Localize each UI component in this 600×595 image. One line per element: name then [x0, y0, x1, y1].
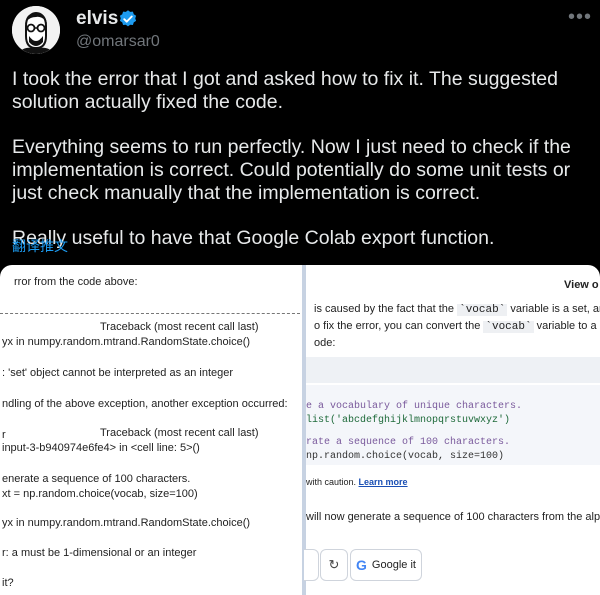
code-header [306, 357, 600, 383]
learn-more-link[interactable]: Learn more [359, 477, 408, 487]
error-line: yx in numpy.random.mtrand.RandomState.ch… [2, 336, 251, 348]
error-line: r [2, 429, 6, 441]
error-line: input-3-b940974e6fe4> in <cell line: 5>(… [2, 442, 200, 454]
more-options-icon[interactable]: ••• [568, 6, 592, 29]
error-line: : 'set' object cannot be interpreted as … [2, 367, 234, 379]
google-g-icon: G [356, 557, 367, 573]
divider [0, 313, 300, 314]
answer-line: ode: [314, 337, 336, 349]
avatar[interactable] [12, 6, 60, 54]
refresh-icon: ↻ [328, 557, 340, 572]
author-name[interactable]: elvis [76, 8, 118, 30]
error-output-panel: rror from the code above: Traceback (mos… [0, 265, 302, 595]
error-line: xt = np.random.choice(vocab, size=100) [2, 488, 198, 500]
tweet-text: I took the error that I got and asked ho… [12, 68, 592, 272]
caution-note: with caution. Learn more [306, 477, 408, 487]
code-line: e a vocabulary of unique characters. [306, 401, 523, 412]
code-line: rate a sequence of 100 characters. [306, 437, 511, 448]
tweet-paragraph: Everything seems to run perfectly. Now I… [12, 136, 571, 204]
google-it-button[interactable]: G Google it [350, 549, 422, 581]
error-line: ndling of the above exception, another e… [2, 398, 288, 410]
error-line: yx in numpy.random.mtrand.RandomState.ch… [2, 517, 251, 529]
error-line: enerate a sequence of 100 characters. [2, 473, 191, 485]
action-button[interactable] [304, 549, 319, 581]
answer-line: o fix the error, you can convert the `vo… [314, 320, 600, 333]
error-line: Traceback (most recent call last) [100, 321, 259, 333]
tweet-media-image[interactable]: rror from the code above: Traceback (mos… [0, 265, 600, 595]
error-line: Traceback (most recent call last) [100, 427, 259, 439]
code-block: e a vocabulary of unique characters. lis… [306, 385, 600, 465]
author-handle[interactable]: @omarsar0 [76, 33, 160, 51]
tweet-paragraph: Really useful to have that Google Colab … [12, 227, 495, 249]
translate-tweet-link[interactable]: 翻译推文 [12, 236, 68, 256]
answer-panel: View o is caused by the fact that the `v… [304, 265, 600, 595]
answer-line: will now generate a sequence of 100 char… [306, 511, 600, 523]
answer-line: is caused by the fact that the `vocab` v… [314, 303, 600, 316]
error-line: rror from the code above: [14, 276, 138, 288]
tweet-paragraph: I took the error that I got and asked ho… [12, 68, 558, 113]
code-line: np.random.choice(vocab, size=100) [306, 451, 505, 462]
error-line: it? [2, 577, 14, 589]
error-line: r: a must be 1-dimensional or an integer [2, 547, 197, 559]
refresh-button[interactable]: ↻ [320, 549, 348, 581]
verified-badge-icon [119, 10, 137, 27]
view-other-drafts-link[interactable]: View o [564, 279, 599, 291]
code-line: list('abcdefghijklmnopqrstuvwxyz') [306, 415, 511, 426]
